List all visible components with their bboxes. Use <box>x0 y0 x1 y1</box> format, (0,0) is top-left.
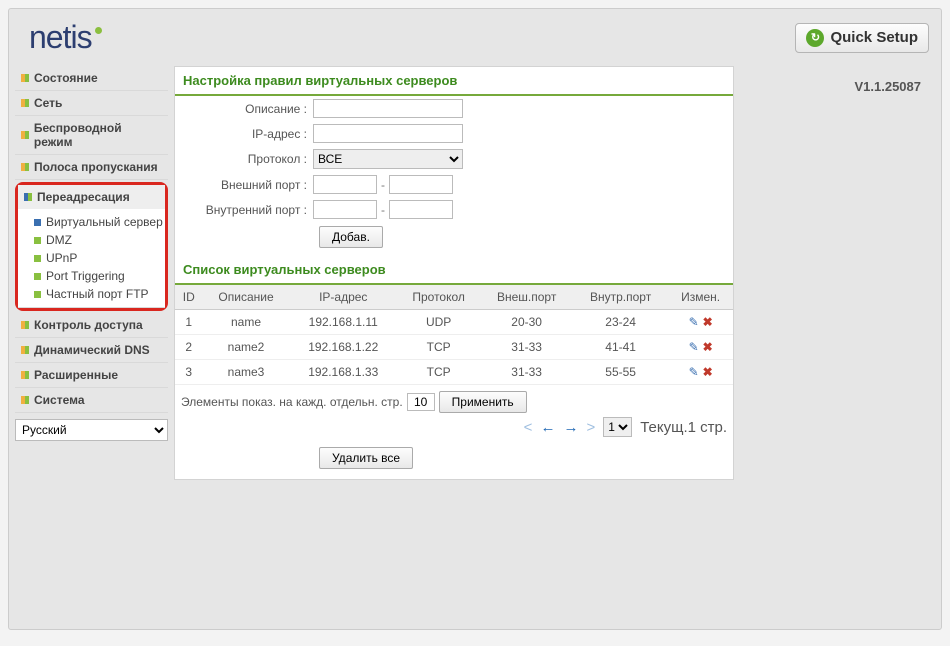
sidebar-item-forwarding[interactable]: Переадресация <box>18 185 165 209</box>
cell-ext: 31-33 <box>480 335 573 360</box>
th-ext: Внеш.порт <box>480 285 573 310</box>
cell-desc: name <box>203 310 290 335</box>
label-ext-port: Внешний порт : <box>183 178 313 192</box>
delete-all-button[interactable]: Удалить все <box>319 447 413 469</box>
sidebar-sub-ftp-port[interactable]: Частный порт FTP <box>34 285 165 303</box>
cell-proto: UDP <box>397 310 480 335</box>
language-select[interactable]: Русский <box>15 419 168 441</box>
sidebar-item-wireless[interactable]: Беспроводной режим <box>15 116 168 155</box>
int-port-start-input[interactable] <box>313 200 377 219</box>
cell-id: 2 <box>175 335 203 360</box>
cell-int: 55-55 <box>573 360 668 385</box>
ext-port-start-input[interactable] <box>313 175 377 194</box>
edit-icon[interactable]: ✎ <box>689 340 699 354</box>
page-first-icon[interactable]: < <box>524 419 533 436</box>
per-page-label: Элементы показ. на кажд. отдельн. стр. <box>181 395 403 409</box>
cell-ip: 192.168.1.33 <box>290 360 397 385</box>
th-proto: Протокол <box>397 285 480 310</box>
brand-logo: netis <box>29 19 102 56</box>
th-desc: Описание <box>203 285 290 310</box>
cell-ext: 31-33 <box>480 360 573 385</box>
description-input[interactable] <box>313 99 463 118</box>
virtual-server-table: ID Описание IP-адрес Протокол Внеш.порт … <box>175 285 733 385</box>
cell-id: 3 <box>175 360 203 385</box>
edit-icon[interactable]: ✎ <box>689 315 699 329</box>
sidebar: Состояние Сеть Беспроводной режим Полоса… <box>15 66 168 480</box>
th-edit: Измен. <box>668 285 733 310</box>
table-row: 2name2192.168.1.22TCP31-3341-41 ✎ ✖ <box>175 335 733 360</box>
cell-desc: name2 <box>203 335 290 360</box>
page-last-icon[interactable]: > <box>586 419 595 436</box>
sidebar-sub-upnp[interactable]: UPnP <box>34 249 165 267</box>
sidebar-item-network[interactable]: Сеть <box>15 91 168 116</box>
quick-setup-label: Quick Setup <box>830 29 918 46</box>
th-id: ID <box>175 285 203 310</box>
cell-int: 41-41 <box>573 335 668 360</box>
page-select[interactable]: 1 <box>603 417 632 437</box>
page-prev-icon[interactable]: ← <box>540 419 555 436</box>
table-row: 1name192.168.1.11UDP20-3023-24 ✎ ✖ <box>175 310 733 335</box>
th-int: Внутр.порт <box>573 285 668 310</box>
label-int-port: Внутренний порт : <box>183 203 313 217</box>
cell-ext: 20-30 <box>480 310 573 335</box>
sidebar-item-access-control[interactable]: Контроль доступа <box>15 313 168 338</box>
cell-proto: TCP <box>397 360 480 385</box>
ip-input[interactable] <box>313 124 463 143</box>
cell-ip: 192.168.1.22 <box>290 335 397 360</box>
sidebar-sub-port-triggering[interactable]: Port Triggering <box>34 267 165 285</box>
sidebar-item-system[interactable]: Система <box>15 388 168 413</box>
label-ip: IP-адрес : <box>183 127 313 141</box>
cell-desc: name3 <box>203 360 290 385</box>
sidebar-sub-forwarding: Виртуальный сервер DMZ UPnP Port Trigger… <box>18 209 165 308</box>
form-title: Настройка правил виртуальных серверов <box>175 67 733 96</box>
cell-ip: 192.168.1.11 <box>290 310 397 335</box>
sidebar-item-ddns[interactable]: Динамический DNS <box>15 338 168 363</box>
per-page-input[interactable] <box>407 393 435 411</box>
quick-setup-button[interactable]: ↻ Quick Setup <box>795 23 929 53</box>
delete-icon[interactable]: ✖ <box>703 365 713 379</box>
edit-icon[interactable]: ✎ <box>689 365 699 379</box>
page-status: Текущ.1 стр. <box>640 419 727 436</box>
ext-port-end-input[interactable] <box>389 175 453 194</box>
sidebar-sub-virtual-server[interactable]: Виртуальный сервер <box>34 213 165 231</box>
int-port-end-input[interactable] <box>389 200 453 219</box>
sidebar-item-advanced[interactable]: Расширенные <box>15 363 168 388</box>
cell-id: 1 <box>175 310 203 335</box>
label-description: Описание : <box>183 102 313 116</box>
list-title: Список виртуальных серверов <box>175 256 733 285</box>
delete-icon[interactable]: ✖ <box>703 315 713 329</box>
sidebar-item-bandwidth[interactable]: Полоса пропускания <box>15 155 168 180</box>
dash-separator: - <box>381 203 385 217</box>
refresh-icon: ↻ <box>806 29 824 47</box>
cell-int: 23-24 <box>573 310 668 335</box>
virtual-server-form-panel: Настройка правил виртуальных серверов Оп… <box>174 66 734 480</box>
dash-separator: - <box>381 178 385 192</box>
th-ip: IP-адрес <box>290 285 397 310</box>
sidebar-item-status[interactable]: Состояние <box>15 66 168 91</box>
add-button[interactable]: Добав. <box>319 226 383 248</box>
highlighted-forwarding-group: Переадресация Виртуальный сервер DMZ UPn… <box>15 182 168 311</box>
delete-icon[interactable]: ✖ <box>703 340 713 354</box>
table-row: 3name3192.168.1.33TCP31-3355-55 ✎ ✖ <box>175 360 733 385</box>
sidebar-sub-dmz[interactable]: DMZ <box>34 231 165 249</box>
version-label: V1.1.25087 <box>854 79 921 94</box>
label-protocol: Протокол : <box>183 152 313 166</box>
protocol-select[interactable]: ВСЕ <box>313 149 463 169</box>
page-next-icon[interactable]: → <box>563 419 578 436</box>
cell-proto: TCP <box>397 335 480 360</box>
apply-button[interactable]: Применить <box>439 391 527 413</box>
pager: Элементы показ. на кажд. отдельн. стр. П… <box>175 385 733 443</box>
